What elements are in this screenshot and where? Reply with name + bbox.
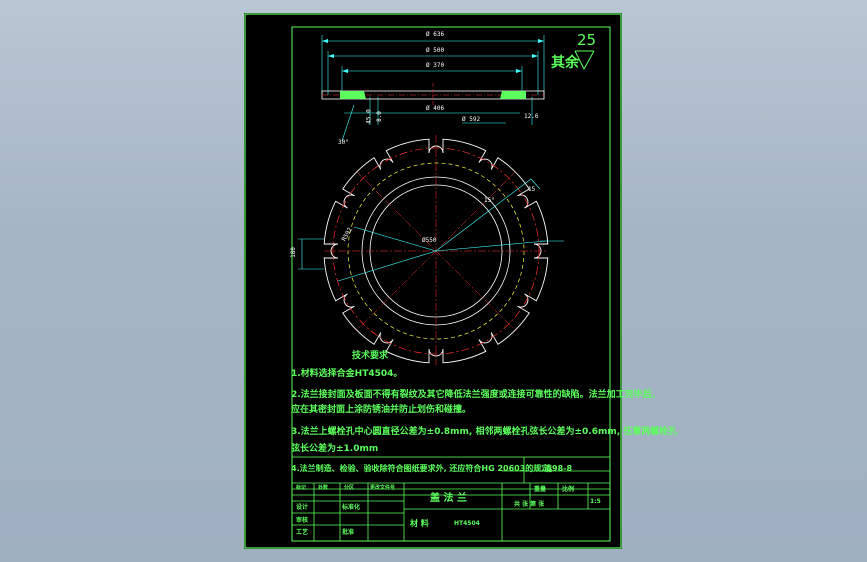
roughness-label: 其余 <box>551 55 579 71</box>
dim-angle-slot: 15° <box>484 197 495 204</box>
tech-requirements-title: 技术要求 <box>352 351 389 361</box>
dim-angle-top: 30° <box>338 139 349 146</box>
dim-inner-diameter: Ø 370 <box>426 62 445 69</box>
sheet-count: 共 张 第 张 <box>514 501 545 508</box>
material-value: HT4504 <box>454 520 480 527</box>
drawing-number: 清98-8 <box>544 464 573 473</box>
tech-requirement-3: 3.法兰上螺栓孔中心圆直径公差为±0.8mm, 相邻两螺栓孔弦长公差为±0.6m… <box>291 427 678 437</box>
header-cell-count: 处数 <box>318 485 329 491</box>
roughness-value: 25 <box>577 31 597 49</box>
dim-chamfer: 12.6 <box>524 113 539 120</box>
dim-center-diameter: Ø550 <box>422 237 437 244</box>
dim-slot-width: 15 <box>528 186 536 193</box>
dim-bore-diameter: Ø 406 <box>426 105 445 112</box>
section-hatch-right <box>500 91 526 99</box>
role-process: 工艺 <box>296 529 309 536</box>
plan-dimensions <box>298 178 564 282</box>
header-cell-change: 更改文件号 <box>370 485 396 491</box>
dim-bolt-diameter: Ø 592 <box>462 116 481 123</box>
tech-requirement-2-cont: 应在其密封面上涂防锈油并防止划伤和碰撞。 <box>291 405 472 415</box>
role-review: 审核 <box>296 517 309 524</box>
role-approve: 批准 <box>342 529 355 536</box>
material-label: 材 料 <box>410 519 429 528</box>
role-standard: 标准化 <box>342 504 361 511</box>
dim-thickness: 8.0 <box>375 111 383 122</box>
dim-height: 45.0 <box>365 109 373 124</box>
scale-label: 比例 <box>562 486 575 493</box>
dim-slot-pitch: 180 <box>289 247 297 258</box>
dim-mid-diameter: Ø 500 <box>426 47 445 54</box>
section-hatch-left <box>340 91 366 99</box>
scale-value: 1:5 <box>590 498 601 505</box>
tech-requirement-4: 4.法兰制造、检验、验收除符合图纸要求外, 还应符合HG 20603的规定。 <box>291 464 558 473</box>
tech-requirement-1: 1.材料选择合金HT4504。 <box>291 369 403 379</box>
weight-label: 重量 <box>534 486 547 493</box>
drawing-sheet: Ø 636 Ø 500 Ø 370 Ø 406 Ø 592 8.0 12.6 4… <box>244 13 677 549</box>
plan-view <box>298 135 564 365</box>
tech-requirement-2: 2.法兰接封面及板面不得有裂纹及其它降低法兰强度或连接可靠性的缺陷。法兰加工完毕… <box>291 390 656 400</box>
dim-outer-diameter: Ø 636 <box>426 31 445 38</box>
header-cell-zone: 分区 <box>344 485 355 491</box>
tech-requirement-3-cont: 弦长公差为±1.0mm <box>291 444 379 454</box>
header-cell-mark: 标记 <box>296 485 307 491</box>
role-design: 设计 <box>296 504 309 511</box>
part-name: 盖 法 兰 <box>430 493 467 504</box>
